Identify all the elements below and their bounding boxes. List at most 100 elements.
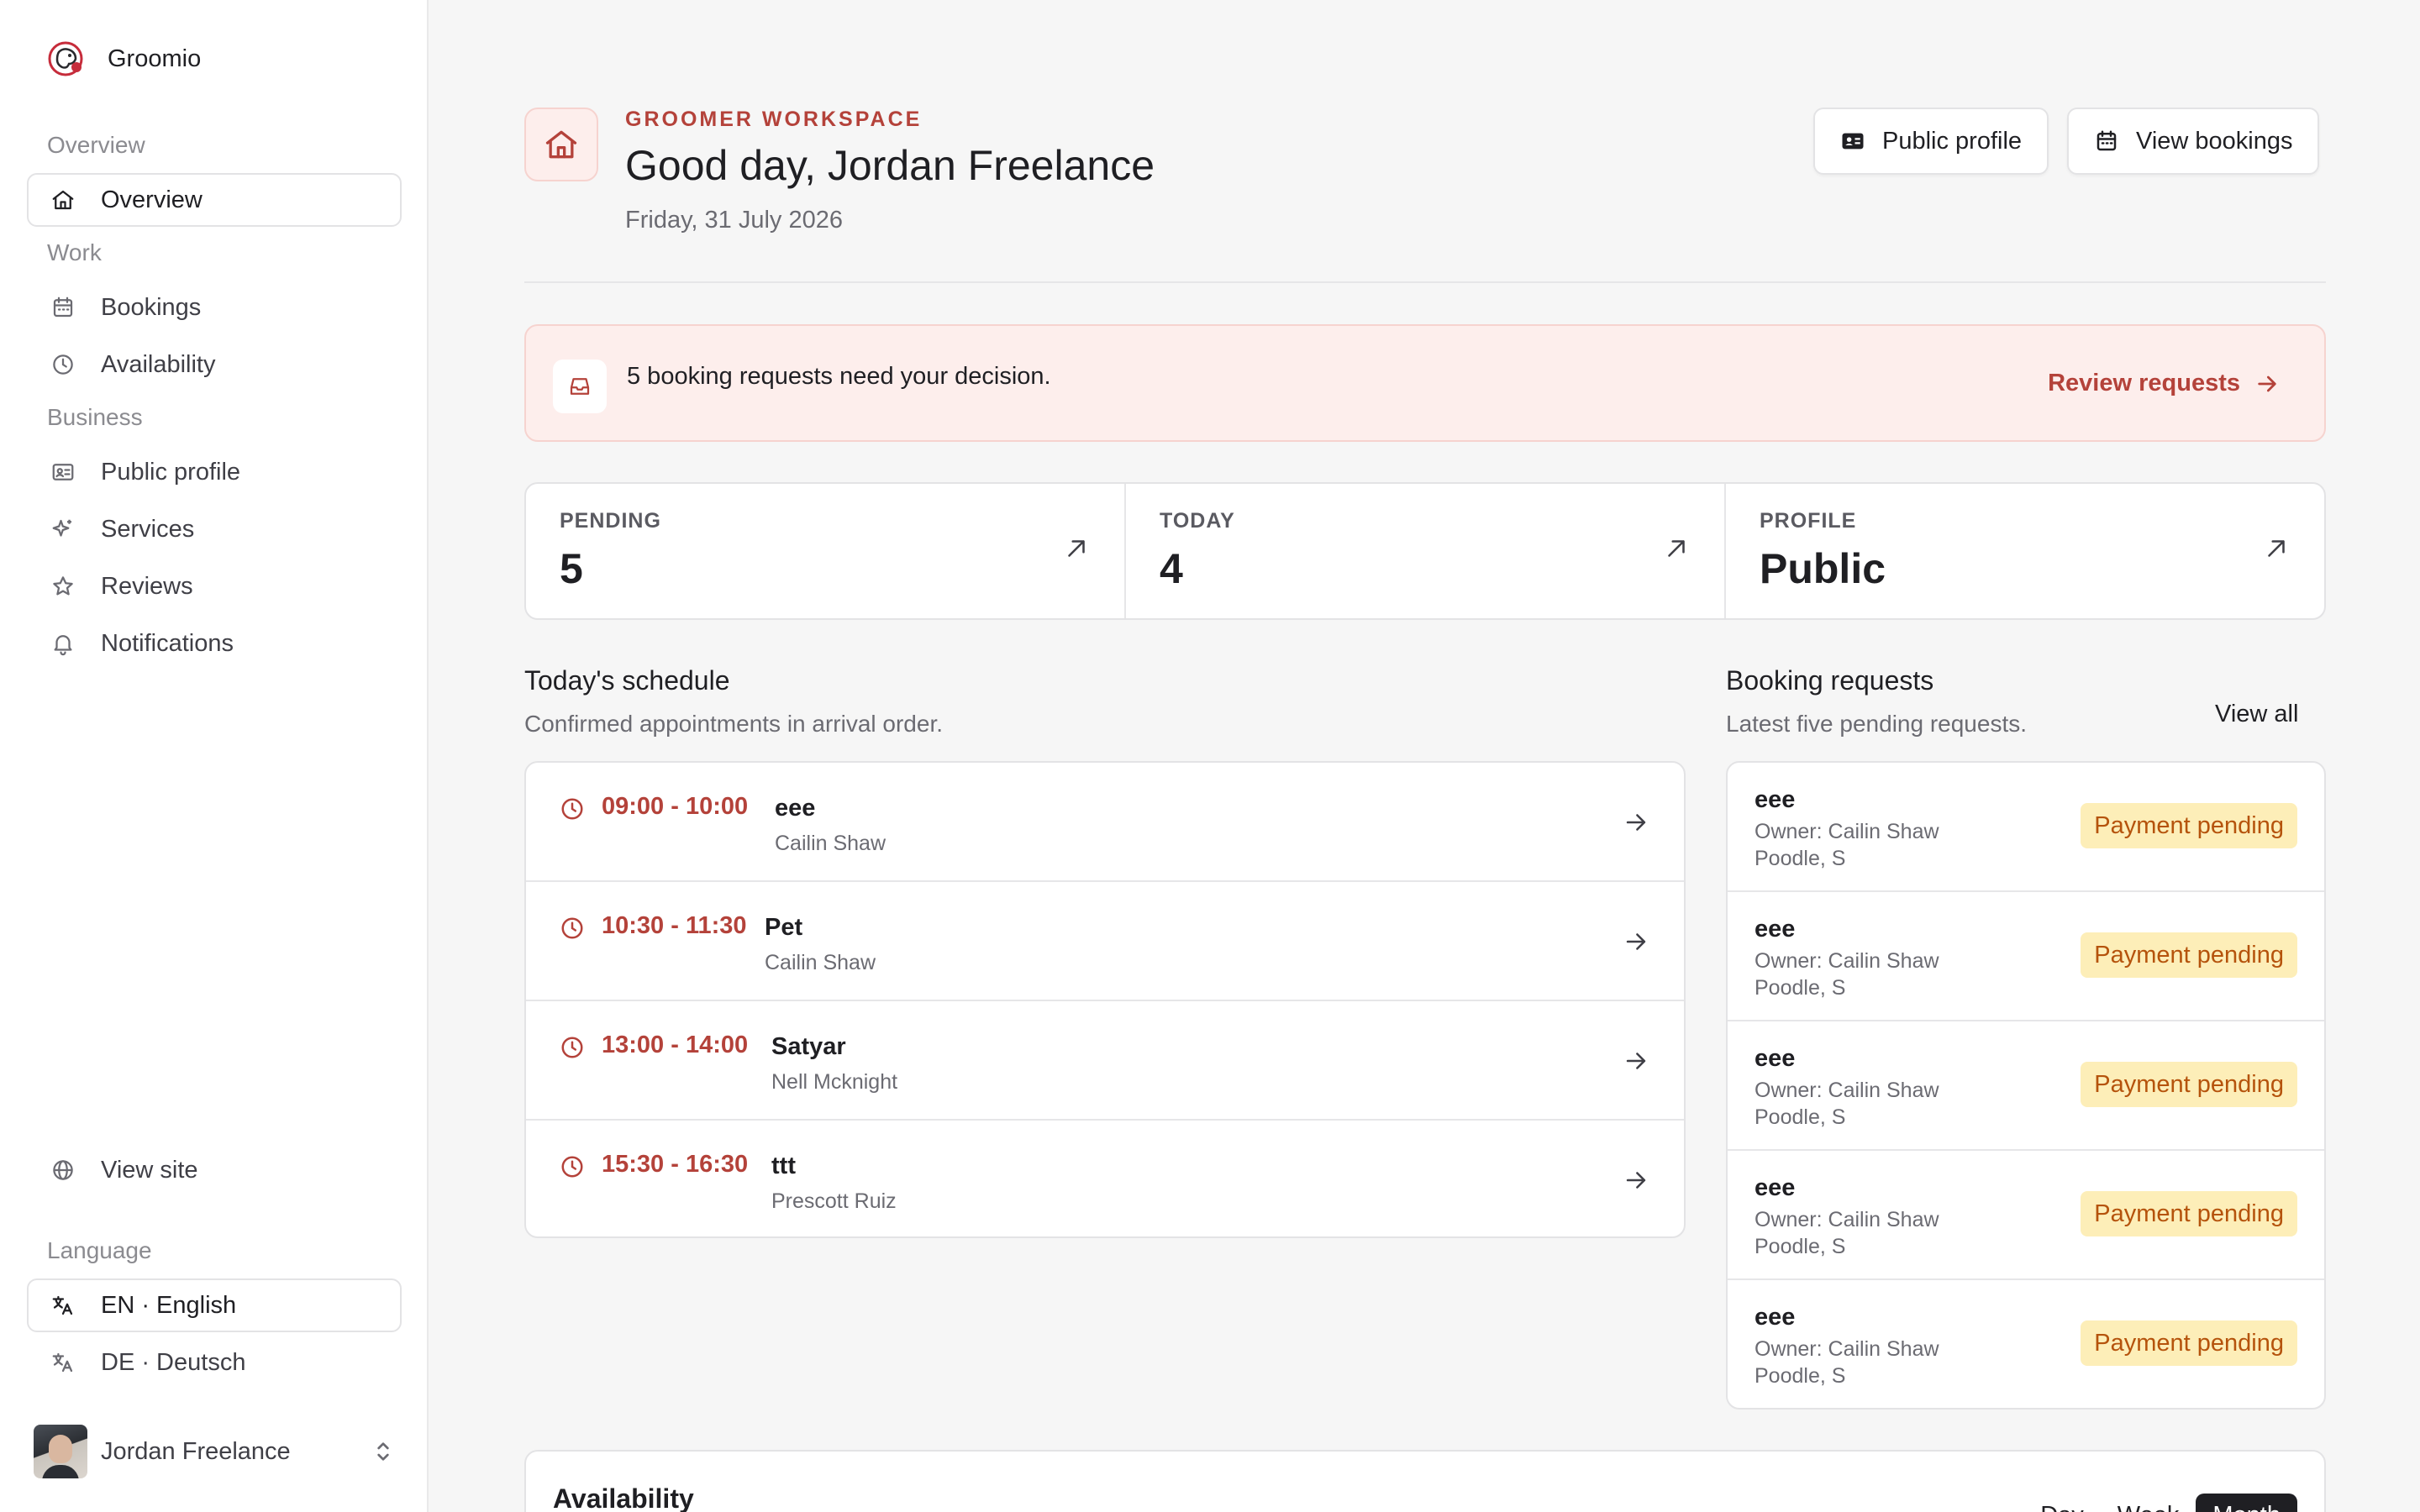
request-row[interactable]: eee Owner: Cailin Shaw Poodle, S Payment…	[1728, 1151, 2324, 1280]
pet-breed-size: Poodle, S	[1754, 976, 1846, 1000]
status-badge: Payment pending	[2081, 803, 2297, 848]
schedule-subtitle: Confirmed appointments in arrival order.	[524, 711, 944, 737]
stat-label: TODAY	[1160, 509, 1235, 533]
sidebar-item-label: Overview	[101, 186, 203, 213]
pet-breed-size: Poodle, S	[1754, 1364, 1846, 1388]
schedule-row[interactable]: 09:00 - 10:00 eee Cailin Shaw	[526, 763, 1684, 882]
sidebar-item-services[interactable]: Services	[27, 502, 402, 556]
calendar-icon	[49, 293, 77, 322]
language-label: EN · English	[101, 1291, 237, 1319]
stat-label: PROFILE	[1760, 509, 1857, 533]
nav-group-language: Language	[47, 1237, 152, 1263]
sidebar-item-label: View site	[101, 1156, 198, 1184]
arrow-up-right-icon	[1668, 540, 1685, 557]
pet-name: Satyar	[771, 1033, 846, 1060]
sidebar-item-bookings[interactable]: Bookings	[27, 281, 402, 334]
status-badge: Payment pending	[2081, 1320, 2297, 1366]
arrow-right-icon	[1626, 814, 1646, 831]
sidebar-item-view-site[interactable]: View site	[27, 1143, 402, 1197]
clock-icon	[49, 350, 77, 379]
request-row[interactable]: eee Owner: Cailin Shaw Poodle, S Payment…	[1728, 1280, 2324, 1408]
sidebar-item-label: Availability	[101, 350, 216, 378]
dog-logo-icon	[48, 41, 83, 76]
stat-today[interactable]: TODAY 4	[1126, 484, 1726, 618]
request-row[interactable]: eee Owner: Cailin Shaw Poodle, S Payment…	[1728, 892, 2324, 1021]
calendar-icon	[2096, 130, 2117, 151]
globe-icon	[49, 1156, 77, 1184]
stats-panel: PENDING 5 TODAY 4 PROFILE Public	[524, 482, 2326, 620]
home-icon	[49, 186, 77, 214]
clock-icon	[561, 798, 583, 820]
schedule-row[interactable]: 13:00 - 14:00 Satyar Nell Mcknight	[526, 1001, 1684, 1121]
pet-name: eee	[775, 795, 816, 822]
schedule-row[interactable]: 10:30 - 11:30 Pet Cailin Shaw	[526, 882, 1684, 1001]
schedule-list: 09:00 - 10:00 eee Cailin Shaw 10:30 - 11…	[524, 761, 1686, 1238]
review-requests-label: Review requests	[2048, 370, 2240, 396]
pet-breed-size: Poodle, S	[1754, 1235, 1846, 1258]
sidebar: Groomio Overview Overview Work Bookings …	[0, 0, 429, 1512]
inbox-icon	[553, 360, 607, 413]
user-menu[interactable]: Jordan Freelance	[34, 1423, 403, 1480]
nav-group-business: Business	[47, 404, 143, 430]
brand[interactable]: Groomio	[47, 39, 201, 79]
booking-requests-list: eee Owner: Cailin Shaw Poodle, S Payment…	[1726, 761, 2326, 1410]
sidebar-item-reviews[interactable]: Reviews	[27, 559, 402, 613]
appointment-time: 10:30 - 11:30	[602, 912, 747, 939]
public-profile-button-label: Public profile	[1882, 127, 2023, 155]
status-badge: Payment pending	[2081, 1062, 2297, 1107]
id-card-icon	[49, 458, 77, 486]
arrow-right-icon	[1626, 1172, 1646, 1189]
stat-value: 4	[1160, 545, 1183, 592]
owner-name: Owner: Cailin Shaw	[1754, 1079, 1939, 1102]
nav-group-work: Work	[47, 239, 102, 265]
view-bookings-button[interactable]: View bookings	[2067, 108, 2320, 175]
arrow-right-icon	[2258, 375, 2276, 391]
chevron-up-down-icon	[377, 1442, 389, 1461]
owner-name: Cailin Shaw	[775, 832, 886, 855]
sidebar-item-label: Reviews	[101, 572, 193, 600]
review-requests-link[interactable]: Review requests	[2048, 370, 2281, 397]
translate-icon	[49, 1291, 77, 1320]
view-day-option[interactable]: Day	[2023, 1494, 2101, 1512]
sidebar-item-notifications[interactable]: Notifications	[27, 617, 402, 670]
owner-name: Owner: Cailin Shaw	[1754, 949, 1939, 973]
request-row[interactable]: eee Owner: Cailin Shaw Poodle, S Payment…	[1728, 1021, 2324, 1151]
sidebar-item-overview[interactable]: Overview	[27, 173, 402, 227]
home-icon	[524, 108, 598, 181]
owner-name: Owner: Cailin Shaw	[1754, 820, 1939, 843]
pet-name: eee	[1754, 1304, 1796, 1331]
avatar	[34, 1425, 87, 1478]
brand-name: Groomio	[108, 45, 202, 72]
sidebar-item-public-profile[interactable]: Public profile	[27, 445, 402, 499]
pet-name: eee	[1754, 1045, 1796, 1072]
stat-profile[interactable]: PROFILE Public	[1726, 484, 2324, 618]
view-month-option[interactable]: Month	[2196, 1494, 2297, 1512]
clock-icon	[561, 1156, 583, 1178]
pet-breed-size: Poodle, S	[1754, 847, 1846, 870]
schedule-row[interactable]: 15:30 - 16:30 ttt Prescott Ruiz	[526, 1121, 1684, 1236]
booking-requests-alert: 5 booking requests need your decision. R…	[524, 324, 2326, 442]
stat-pending[interactable]: PENDING 5	[526, 484, 1126, 618]
nav-group-overview: Overview	[47, 132, 145, 158]
page-date: Friday, 31 July 2026	[625, 207, 843, 234]
sidebar-item-label: Services	[101, 515, 195, 543]
language-option-de[interactable]: DE · Deutsch	[27, 1336, 402, 1389]
availability-title: Availability	[553, 1483, 694, 1512]
view-week-option[interactable]: Week	[2101, 1494, 2196, 1512]
user-name: Jordan Freelance	[101, 1437, 291, 1465]
availability-card: Availability Day Week Month	[524, 1450, 2326, 1512]
view-all-link[interactable]: View all	[2215, 701, 2298, 728]
pet-name: ttt	[771, 1152, 796, 1179]
schedule-title: Today's schedule	[524, 665, 730, 696]
language-label: DE · Deutsch	[101, 1348, 246, 1376]
arrow-right-icon	[1626, 933, 1646, 950]
public-profile-button[interactable]: Public profile	[1813, 108, 2049, 175]
star-icon	[49, 572, 77, 601]
owner-name: Owner: Cailin Shaw	[1754, 1337, 1939, 1361]
status-badge: Payment pending	[2081, 1191, 2297, 1236]
pet-name: eee	[1754, 1174, 1796, 1201]
language-option-en[interactable]: EN · English	[27, 1278, 402, 1332]
request-row[interactable]: eee Owner: Cailin Shaw Poodle, S Payment…	[1728, 763, 2324, 892]
sidebar-item-availability[interactable]: Availability	[27, 338, 402, 391]
page-title: Good day, Jordan Freelance	[625, 142, 1155, 189]
